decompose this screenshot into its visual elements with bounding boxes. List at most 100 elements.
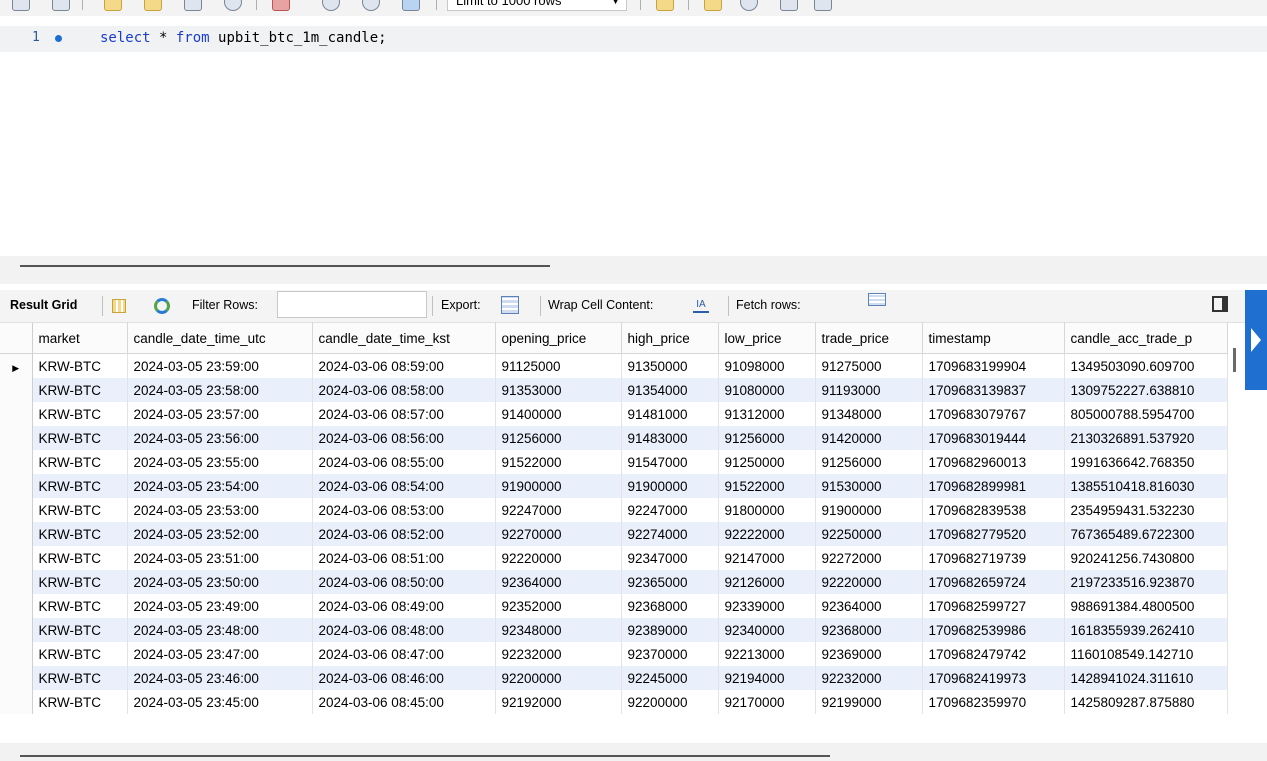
grid-horizontal-scrollbar[interactable] bbox=[20, 755, 830, 757]
table-cell[interactable]: 2024-03-05 23:50:00 bbox=[127, 570, 313, 594]
table-row[interactable]: KRW-BTC 2024-03-05 23:56:00 2024-03-06 08:… bbox=[0, 426, 1228, 450]
table-row[interactable]: KRW-BTC 2024-03-05 23:53:00 2024-03-06 08:… bbox=[0, 498, 1228, 522]
table-cell[interactable]: 2024-03-06 08:48:00 bbox=[312, 618, 496, 642]
table-cell[interactable]: 91420000 bbox=[815, 426, 923, 450]
table-cell[interactable]: 92389000 bbox=[621, 618, 719, 642]
table-row[interactable]: KRW-BTC 2024-03-05 23:51:00 2024-03-06 08:… bbox=[0, 546, 1228, 570]
table-cell[interactable]: 91256000 bbox=[495, 426, 622, 450]
table-cell[interactable]: 91900000 bbox=[495, 474, 622, 498]
table-cell[interactable]: 2354959431.532230 bbox=[1064, 498, 1228, 522]
table-cell[interactable]: KRW-BTC bbox=[32, 690, 128, 714]
table-cell[interactable]: 2024-03-05 23:48:00 bbox=[127, 618, 313, 642]
commit-icon[interactable] bbox=[322, 0, 340, 11]
table-cell[interactable]: KRW-BTC bbox=[32, 426, 128, 450]
sql-query-text[interactable]: select * from upbit_btc_1m_candle; bbox=[100, 30, 387, 46]
table-row[interactable]: KRW-BTC 2024-03-05 23:54:00 2024-03-06 08:… bbox=[0, 474, 1228, 498]
side-panel-toggle[interactable] bbox=[1245, 290, 1267, 390]
invisible-chars-icon[interactable] bbox=[780, 0, 798, 11]
table-cell[interactable]: 988691384.4800500 bbox=[1064, 594, 1228, 618]
table-cell[interactable]: 2024-03-06 08:47:00 bbox=[312, 642, 496, 666]
table-cell[interactable]: 1709683019444 bbox=[922, 426, 1065, 450]
table-cell[interactable]: 92270000 bbox=[495, 522, 622, 546]
table-cell[interactable]: 2024-03-05 23:57:00 bbox=[127, 402, 313, 426]
row-header[interactable] bbox=[0, 594, 33, 618]
row-header[interactable] bbox=[0, 570, 33, 594]
row-header[interactable] bbox=[0, 666, 33, 690]
row-header[interactable] bbox=[0, 618, 33, 642]
table-cell[interactable]: 2024-03-05 23:47:00 bbox=[127, 642, 313, 666]
table-cell[interactable]: 1991636642.768350 bbox=[1064, 450, 1228, 474]
current-row-indicator[interactable]: ▶ bbox=[0, 353, 33, 378]
table-cell[interactable]: KRW-BTC bbox=[32, 546, 128, 570]
table-row[interactable]: KRW-BTC 2024-03-05 23:57:00 2024-03-06 08:… bbox=[0, 402, 1228, 426]
table-cell[interactable]: 920241256.7430800 bbox=[1064, 546, 1228, 570]
table-cell[interactable]: 2024-03-06 08:54:00 bbox=[312, 474, 496, 498]
table-cell[interactable]: 92222000 bbox=[718, 522, 816, 546]
table-cell[interactable]: 1709682719739 bbox=[922, 546, 1065, 570]
table-cell[interactable]: 91900000 bbox=[815, 498, 923, 522]
table-cell[interactable]: 2197233516.923870 bbox=[1064, 570, 1228, 594]
table-cell[interactable]: 92369000 bbox=[815, 642, 923, 666]
table-cell[interactable]: 92247000 bbox=[621, 498, 719, 522]
table-cell[interactable]: 92368000 bbox=[815, 618, 923, 642]
table-cell[interactable]: KRW-BTC bbox=[32, 666, 128, 690]
table-cell[interactable]: 91800000 bbox=[718, 498, 816, 522]
table-cell[interactable]: KRW-BTC bbox=[32, 498, 128, 522]
table-cell[interactable]: KRW-BTC bbox=[32, 618, 128, 642]
table-cell[interactable]: 1709682960013 bbox=[922, 450, 1065, 474]
toggle-panel-icon[interactable] bbox=[1212, 296, 1228, 312]
table-cell[interactable]: 92352000 bbox=[495, 594, 622, 618]
row-header[interactable] bbox=[0, 690, 33, 714]
table-cell[interactable]: 2024-03-05 23:53:00 bbox=[127, 498, 313, 522]
export-icon[interactable] bbox=[501, 296, 519, 314]
table-cell[interactable]: 1349503090.609700 bbox=[1064, 353, 1228, 378]
table-cell[interactable]: KRW-BTC bbox=[32, 570, 128, 594]
table-cell[interactable]: 2024-03-06 08:45:00 bbox=[312, 690, 496, 714]
table-cell[interactable]: 92192000 bbox=[495, 690, 622, 714]
table-cell[interactable]: 2024-03-05 23:58:00 bbox=[127, 378, 313, 402]
beautify-icon[interactable] bbox=[656, 0, 674, 11]
table-cell[interactable]: 91483000 bbox=[621, 426, 719, 450]
table-cell[interactable]: 1709682419973 bbox=[922, 666, 1065, 690]
row-header[interactable] bbox=[0, 378, 33, 402]
table-row[interactable]: KRW-BTC 2024-03-05 23:47:00 2024-03-06 08:… bbox=[0, 642, 1228, 666]
table-cell[interactable]: 2024-03-06 08:56:00 bbox=[312, 426, 496, 450]
table-cell[interactable]: 91350000 bbox=[621, 353, 719, 378]
table-cell[interactable]: 91400000 bbox=[495, 402, 622, 426]
table-cell[interactable]: 2024-03-06 08:49:00 bbox=[312, 594, 496, 618]
table-cell[interactable]: 92347000 bbox=[621, 546, 719, 570]
table-cell[interactable]: 92364000 bbox=[815, 594, 923, 618]
table-cell[interactable]: 2130326891.537920 bbox=[1064, 426, 1228, 450]
table-cell[interactable]: KRW-BTC bbox=[32, 594, 128, 618]
table-cell[interactable]: 92220000 bbox=[815, 570, 923, 594]
table-cell[interactable]: 91250000 bbox=[718, 450, 816, 474]
table-row[interactable]: KRW-BTC 2024-03-05 23:49:00 2024-03-06 08:… bbox=[0, 594, 1228, 618]
table-cell[interactable]: 92245000 bbox=[621, 666, 719, 690]
table-cell[interactable]: 92200000 bbox=[621, 690, 719, 714]
table-cell[interactable]: 92194000 bbox=[718, 666, 816, 690]
column-header-trade-price[interactable]: trade_price bbox=[815, 323, 923, 354]
table-cell[interactable]: 2024-03-06 08:51:00 bbox=[312, 546, 496, 570]
row-header[interactable] bbox=[0, 522, 33, 546]
table-cell[interactable]: 92272000 bbox=[815, 546, 923, 570]
table-cell[interactable]: 2024-03-06 08:52:00 bbox=[312, 522, 496, 546]
table-cell[interactable]: 92126000 bbox=[718, 570, 816, 594]
table-cell[interactable]: 92365000 bbox=[621, 570, 719, 594]
table-row[interactable]: KRW-BTC 2024-03-05 23:55:00 2024-03-06 08:… bbox=[0, 450, 1228, 474]
table-cell[interactable]: 1709682839538 bbox=[922, 498, 1065, 522]
row-header[interactable] bbox=[0, 642, 33, 666]
column-header-candle-date-time-kst[interactable]: candle_date_time_kst bbox=[312, 323, 496, 354]
table-cell[interactable]: 2024-03-06 08:53:00 bbox=[312, 498, 496, 522]
grid-vertical-scrollbar[interactable] bbox=[1233, 348, 1236, 372]
execute-icon[interactable] bbox=[104, 0, 122, 11]
explain-icon[interactable] bbox=[184, 0, 202, 11]
table-cell[interactable]: 92348000 bbox=[495, 618, 622, 642]
row-header[interactable] bbox=[0, 450, 33, 474]
table-cell[interactable]: 91080000 bbox=[718, 378, 816, 402]
table-cell[interactable]: 91353000 bbox=[495, 378, 622, 402]
execute-current-icon[interactable] bbox=[144, 0, 162, 11]
find-icon[interactable] bbox=[740, 0, 758, 11]
table-row[interactable]: KRW-BTC 2024-03-05 23:58:00 2024-03-06 08:… bbox=[0, 378, 1228, 402]
table-cell[interactable]: 1709682479742 bbox=[922, 642, 1065, 666]
row-limit-select[interactable]: Limit to 1000 rows ▼ bbox=[447, 0, 627, 11]
